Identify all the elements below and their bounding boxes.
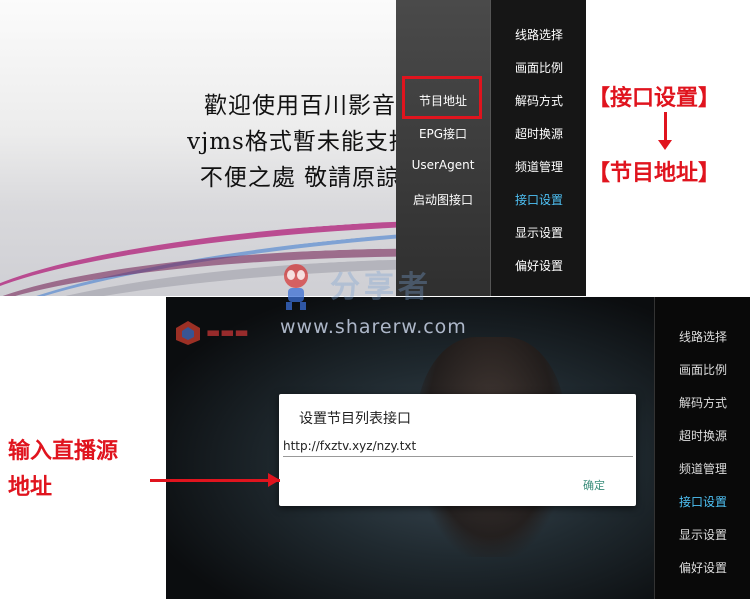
menu-item-display[interactable]: 显示设置 [655,526,750,543]
menu-item-aspect[interactable]: 画面比例 [655,361,750,378]
menu-item-route[interactable]: 线路选择 [491,26,586,43]
menu-item-decode[interactable]: 解码方式 [491,92,586,109]
menu-item-channels[interactable]: 频道管理 [491,158,586,175]
top-screenshot: 歡迎使用百川影音 vjms格式暫未能支持 不便之處 敬請原諒 节目地址 EPG接… [0,0,586,296]
menu-item-aspect[interactable]: 画面比例 [491,59,586,76]
program-list-dialog: 设置节目列表接口 确定 [279,394,636,506]
menu-item-interface[interactable]: 接口设置 [655,493,750,510]
menu-item-route[interactable]: 线路选择 [655,328,750,345]
settings-menu: 线路选择 画面比例 解码方式 超时换源 频道管理 接口设置 显示设置 偏好设置 [490,0,586,296]
submenu-item-boot-image[interactable]: 启动图接口 [396,191,490,208]
menu-item-preference[interactable]: 偏好设置 [655,559,750,576]
menu-item-channels[interactable]: 频道管理 [655,460,750,477]
menu-item-timeout[interactable]: 超时换源 [655,427,750,444]
submenu-panel: 节目地址 EPG接口 UserAgent 启动图接口 [396,0,490,296]
menu-item-interface[interactable]: 接口设置 [491,191,586,208]
annotation-program-address: 【节目地址】 [588,161,721,186]
watermark-text: 分享者 [330,270,432,305]
menu-item-timeout[interactable]: 超时换源 [491,125,586,142]
channel-logo: ▬▬▬ [206,323,249,341]
menu-item-display[interactable]: 显示设置 [491,224,586,241]
annotation-input-source: 输入直播源 地址 [8,434,118,506]
arrow-right-icon [268,473,280,487]
arrow-right-icon [150,479,280,482]
channel-logo-icon [176,321,200,345]
watermark-url: www.sharerw.com [280,316,467,338]
settings-menu: 线路选择 画面比例 解码方式 超时换源 频道管理 接口设置 显示设置 偏好设置 [654,297,750,599]
annotation-interface-settings: 【接口设置】 [588,86,721,111]
arrow-down-icon [658,140,672,150]
arrow-down-icon [664,112,667,142]
annotation-line: 输入直播源 [8,439,119,464]
menu-item-decode[interactable]: 解码方式 [655,394,750,411]
submenu-item-useragent[interactable]: UserAgent [396,158,490,172]
menu-item-preference[interactable]: 偏好设置 [491,257,586,274]
dialog-title: 设置节目列表接口 [299,411,411,427]
confirm-button[interactable]: 确定 [583,477,605,493]
annotation-line: 地址 [8,475,53,500]
submenu-item-epg[interactable]: EPG接口 [396,125,490,142]
program-url-input[interactable] [283,436,633,457]
spider-mascot-icon [284,264,308,310]
highlight-box [402,76,482,119]
